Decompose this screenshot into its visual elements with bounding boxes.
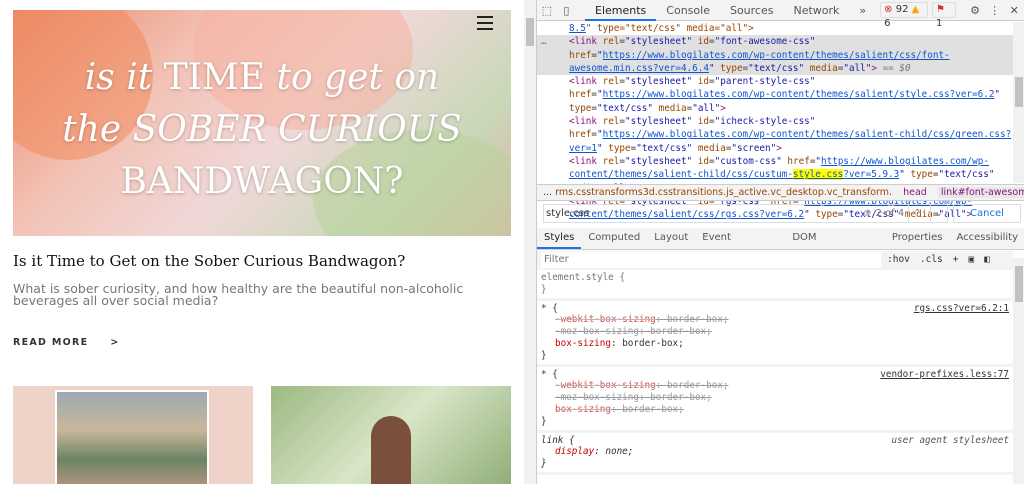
css-rule[interactable]: element.style {} — [537, 270, 1013, 301]
article-thumbnail[interactable] — [271, 386, 511, 484]
chevron-right-icon: > — [110, 337, 120, 348]
next-match-button[interactable]: ⌄ — [929, 205, 947, 222]
hamburger-menu-icon[interactable] — [477, 16, 493, 30]
rule-source-link[interactable]: rgs.css?ver=6.2:1 — [914, 303, 1009, 315]
cancel-search-button[interactable]: Cancel — [953, 204, 1021, 223]
article-title[interactable]: Is it Time to Get on the Sober Curious B… — [13, 252, 405, 270]
breadcrumb-item[interactable]: rms.csstransforms3d.csstransitions.js_ac… — [555, 187, 892, 198]
breadcrumb-item[interactable]: link#font-awesome-css — [937, 187, 1024, 198]
dom-search-input[interactable]: style.css ⊗ 2 of 4 ⌃ ⌄ — [543, 204, 948, 223]
more-options-icon[interactable]: ⋮ — [985, 4, 1005, 17]
paint-icon[interactable]: ▣ — [969, 252, 975, 268]
styles-tabs: Styles Computed Layout Event Listeners D… — [537, 228, 1024, 263]
css-rule[interactable]: user agent stylesheet link { display: no… — [537, 432, 1013, 475]
tab-elements[interactable]: Elements — [585, 0, 657, 21]
dom-scrollbar[interactable] — [1013, 22, 1024, 183]
device-toolbar-icon[interactable]: ▯ — [557, 4, 577, 17]
new-rule-button[interactable]: + — [953, 252, 959, 268]
tab-properties[interactable]: Properties — [885, 228, 950, 249]
search-match-highlight: style.css — [792, 169, 844, 181]
class-toggle[interactable]: .cls — [920, 252, 943, 268]
rule-source-link[interactable]: vendor-prefixes.less:77 — [880, 369, 1009, 381]
tab-sources[interactable]: Sources — [720, 0, 784, 21]
css-rule[interactable]: rgs.css?ver=6.2:1 * { -webkit-box-sizing… — [537, 300, 1013, 367]
web-page: is it TIME to get on the SOBER CURIOUS B… — [0, 0, 524, 484]
dom-tree[interactable]: 8.5" type="text/css" media="all"> … <link… — [537, 22, 1013, 220]
rule-source: user agent stylesheet — [891, 434, 1009, 446]
dom-node-selected[interactable]: … <link rel="stylesheet" id="font-awesome… — [537, 35, 1013, 76]
tab-network[interactable]: Network — [783, 0, 849, 21]
article-thumbnail[interactable] — [13, 386, 253, 484]
tab-styles[interactable]: Styles — [537, 228, 582, 249]
settings-gear-icon[interactable]: ⚙ — [965, 4, 985, 17]
page-scrollbar[interactable] — [524, 0, 536, 484]
tab-accessibility[interactable]: Accessibility — [949, 228, 1024, 249]
breadcrumb: ... rms.csstransforms3d.csstransitions.j… — [537, 184, 1024, 201]
hero-headline: is it TIME to get on the SOBER CURIOUS B… — [62, 57, 462, 202]
tab-computed[interactable]: Computed — [581, 228, 647, 249]
breadcrumb-more[interactable]: ... — [543, 187, 552, 198]
hero-image[interactable]: is it TIME to get on the SOBER CURIOUS B… — [13, 10, 511, 236]
inspect-element-icon[interactable]: ⬚ — [537, 4, 557, 17]
tab-dom-breakpoints[interactable]: DOM Breakpoints — [785, 228, 885, 263]
toggle-sidebar-icon[interactable]: ◧ — [984, 252, 990, 268]
match-count: 2 of 4 — [875, 208, 905, 219]
console-counts[interactable]: ⊗ 92 ▲ 6 — [880, 2, 928, 29]
read-more-link[interactable]: READ MORE > — [13, 337, 120, 348]
css-rule[interactable]: vendor-prefixes.less:77 * { -webkit-box-… — [537, 366, 1013, 433]
styles-filter-input[interactable]: Filter — [541, 252, 881, 268]
tab-layout[interactable]: Layout — [647, 228, 695, 249]
more-tabs-button[interactable]: » — [849, 0, 876, 21]
devtools-toolbar: ⬚ ▯ Elements Console Sources Network » ⊗… — [537, 0, 1024, 29]
tab-console[interactable]: Console — [656, 0, 720, 21]
tab-event-listeners[interactable]: Event Listeners — [695, 228, 785, 263]
styles-rules: element.style {} rgs.css?ver=6.2:1 * { -… — [537, 270, 1013, 475]
dom-node[interactable]: <link rel="stylesheet" id="icheck-style-… — [569, 115, 1013, 155]
dom-node[interactable]: <link rel="stylesheet" id="parent-style-… — [569, 75, 1013, 115]
styles-scrollbar[interactable] — [1013, 258, 1024, 484]
close-icon[interactable]: ✕ — [1004, 4, 1024, 17]
breadcrumb-item[interactable]: head — [903, 187, 927, 198]
previous-match-button[interactable]: ⌃ — [908, 205, 925, 222]
issues-badge[interactable]: ⚑ 1 — [931, 2, 957, 29]
devtools-panel: ⬚ ▯ Elements Console Sources Network » ⊗… — [536, 0, 1024, 484]
article-excerpt: What is sober curiosity, and how healthy… — [13, 281, 464, 308]
clear-search-icon[interactable]: ⊗ — [863, 205, 871, 222]
hover-state-toggle[interactable]: :hov — [887, 252, 910, 268]
